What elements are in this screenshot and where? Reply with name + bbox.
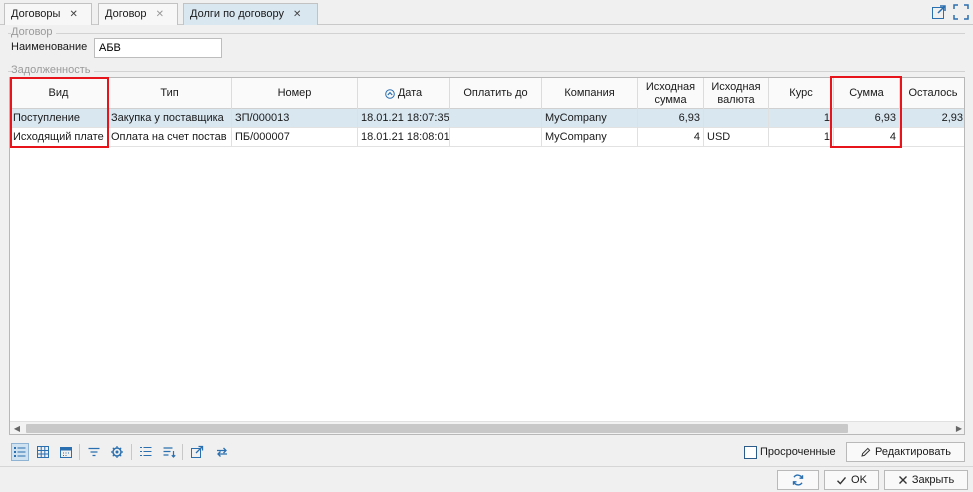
sort-ascending-icon — [385, 88, 395, 99]
tab-contract-debts[interactable]: Долги по договору ✕ — [183, 3, 318, 25]
footer-divider — [0, 466, 973, 467]
column-header-company[interactable]: Компания — [542, 78, 638, 109]
close-button-label: Закрыть — [911, 474, 955, 486]
highlight-box-amount-column — [830, 76, 902, 148]
edit-button[interactable]: Редактировать — [846, 442, 965, 462]
sort-icon[interactable] — [160, 443, 178, 461]
column-header-date[interactable]: Дата — [358, 78, 450, 109]
name-field[interactable] — [94, 38, 222, 58]
pencil-icon — [860, 447, 871, 458]
tab-contracts[interactable]: Договоры ✕ — [4, 3, 92, 25]
close-icon[interactable]: ✕ — [293, 5, 301, 25]
table-cell: 6,93 — [638, 109, 704, 128]
table-cell: USD — [704, 128, 769, 147]
close-button[interactable]: Закрыть — [884, 470, 968, 490]
tab-contract[interactable]: Договор ✕ — [98, 3, 178, 25]
column-header-kind[interactable]: Тип — [108, 78, 232, 109]
table-cell: MyCompany — [542, 109, 638, 128]
scrollbar-thumb[interactable] — [26, 424, 848, 433]
overdue-checkbox[interactable] — [744, 446, 757, 459]
scroll-right-icon[interactable]: ▶ — [952, 422, 964, 434]
refresh-icon — [791, 473, 805, 487]
list-view-icon[interactable] — [11, 443, 29, 461]
overdue-label: Просроченные — [760, 446, 836, 458]
table-cell: 1 — [769, 128, 834, 147]
table-cell — [704, 109, 769, 128]
filter-icon[interactable] — [85, 443, 103, 461]
close-icon[interactable]: ✕ — [70, 5, 78, 25]
table-cell: 1 — [769, 109, 834, 128]
table-cell — [450, 128, 542, 147]
tab-label: Договор — [105, 8, 147, 20]
debt-group-legend: Задолженность — [11, 64, 94, 76]
table-row[interactable]: Поступление Закупка у поставщика ЗП/0000… — [10, 109, 964, 128]
toolbar-separator — [131, 444, 132, 460]
open-in-window-icon[interactable] — [931, 4, 947, 20]
tab-label: Долги по договору — [190, 8, 284, 20]
table-cell: ПБ/000007 — [232, 128, 358, 147]
close-icon[interactable]: ✕ — [156, 5, 164, 25]
highlight-box-type-column — [10, 77, 109, 148]
ok-button-label: OK — [851, 474, 867, 486]
grid-view-icon[interactable] — [34, 443, 52, 461]
horizontal-scrollbar[interactable]: ◀ ▶ — [10, 421, 964, 434]
debts-table[interactable]: Вид Тип Номер Дата Оплатить до Компания … — [9, 77, 965, 435]
table-cell: 18.01.21 18:08:01 — [358, 128, 450, 147]
column-header-original-amount[interactable]: Исходная сумма — [638, 78, 704, 109]
calendar-view-icon[interactable] — [57, 443, 75, 461]
table-cell: Закупка у поставщика — [108, 109, 232, 128]
tab-label: Договоры — [11, 8, 61, 20]
close-x-icon — [898, 475, 908, 485]
column-header-number[interactable]: Номер — [232, 78, 358, 109]
group-divider — [8, 71, 965, 72]
sync-icon[interactable] — [213, 443, 231, 461]
settings-icon[interactable] — [108, 443, 126, 461]
table-cell: MyCompany — [542, 128, 638, 147]
table-cell: 18.01.21 18:07:35 — [358, 109, 450, 128]
column-header-original-currency[interactable]: Исходная валюта — [704, 78, 769, 109]
table-row[interactable]: Исходящий плате Оплата на счет постав ПБ… — [10, 128, 964, 147]
export-icon[interactable] — [188, 443, 206, 461]
scroll-left-icon[interactable]: ◀ — [10, 422, 24, 434]
table-cell: 4 — [638, 128, 704, 147]
table-cell — [900, 128, 964, 147]
column-header-pay-by[interactable]: Оплатить до — [450, 78, 542, 109]
toolbar-separator — [182, 444, 183, 460]
table-cell — [450, 109, 542, 128]
table-header: Вид Тип Номер Дата Оплатить до Компания … — [10, 78, 964, 109]
edit-button-label: Редактировать — [875, 446, 951, 458]
column-header-remaining[interactable]: Осталось — [900, 78, 964, 109]
tab-bar: Договоры ✕ Договор ✕ Долги по договору ✕ — [0, 0, 973, 25]
checkmark-icon — [836, 475, 847, 486]
column-header-rate[interactable]: Курс — [769, 78, 834, 109]
maximize-icon[interactable] — [953, 4, 969, 20]
toolbar-separator — [79, 444, 80, 460]
table-cell: Оплата на счет постав — [108, 128, 232, 147]
contract-group-legend: Договор — [11, 26, 56, 38]
table-cell: 2,93 — [941, 112, 963, 124]
refresh-button[interactable] — [777, 470, 819, 490]
ok-button[interactable]: OK — [824, 470, 879, 490]
numbered-list-icon[interactable] — [137, 443, 155, 461]
table-cell: ЗП/000013 — [232, 109, 358, 128]
name-label: Наименование — [11, 41, 88, 53]
group-divider — [8, 33, 965, 34]
